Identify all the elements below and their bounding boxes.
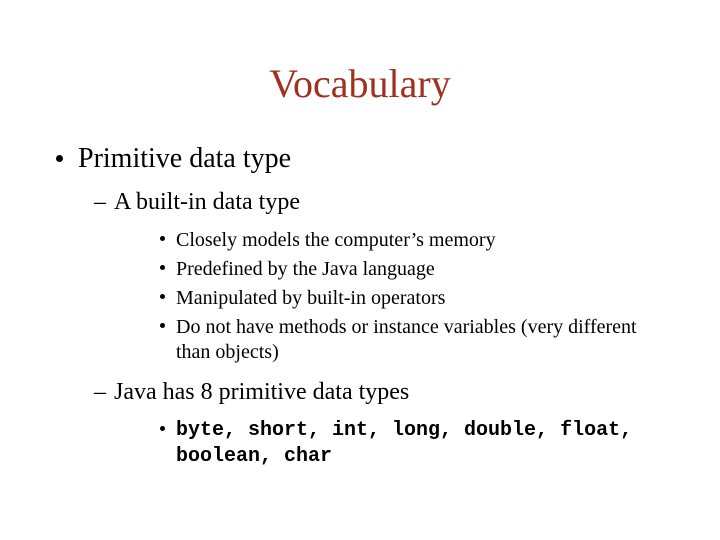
slide-title: Vocabulary	[48, 60, 672, 107]
disc-bullet-icon	[160, 265, 165, 270]
detail-text: Closely models the computer’s memory	[176, 229, 496, 251]
detail-text: Predefined by the Java language	[176, 258, 435, 280]
disc-bullet-icon	[160, 426, 165, 431]
detail-list: Closely models the computer’s memory Pre…	[48, 228, 672, 365]
dash-bullet-icon: –	[94, 379, 106, 406]
disc-bullet-icon	[160, 236, 165, 241]
detail-item: Do not have methods or instance variable…	[48, 315, 672, 365]
code-types-line: byte, short, int, long, double, float, b…	[48, 418, 672, 470]
detail-text: Do not have methods or instance variable…	[176, 316, 637, 363]
subitem-builtin: – A built-in data type	[48, 189, 672, 216]
detail-item: Closely models the computer’s memory	[48, 228, 672, 253]
subitem-text: A built-in data type	[114, 189, 300, 215]
subitem-eight-types: – Java has 8 primitive data types	[48, 379, 672, 406]
detail-text: Manipulated by built-in operators	[176, 287, 445, 309]
disc-bullet-icon	[56, 155, 63, 162]
dash-bullet-icon: –	[94, 189, 106, 216]
bullet-text: Primitive data type	[78, 143, 291, 174]
detail-item: Manipulated by built-in operators	[48, 286, 672, 311]
disc-bullet-icon	[160, 294, 165, 299]
slide: Vocabulary Primitive data type – A built…	[0, 0, 720, 540]
subitem-text: Java has 8 primitive data types	[114, 379, 409, 405]
detail-item: Predefined by the Java language	[48, 257, 672, 282]
bullet-item-primitive: Primitive data type	[48, 143, 672, 175]
code-text: byte, short, int, long, double, float, b…	[176, 419, 632, 468]
disc-bullet-icon	[160, 323, 165, 328]
